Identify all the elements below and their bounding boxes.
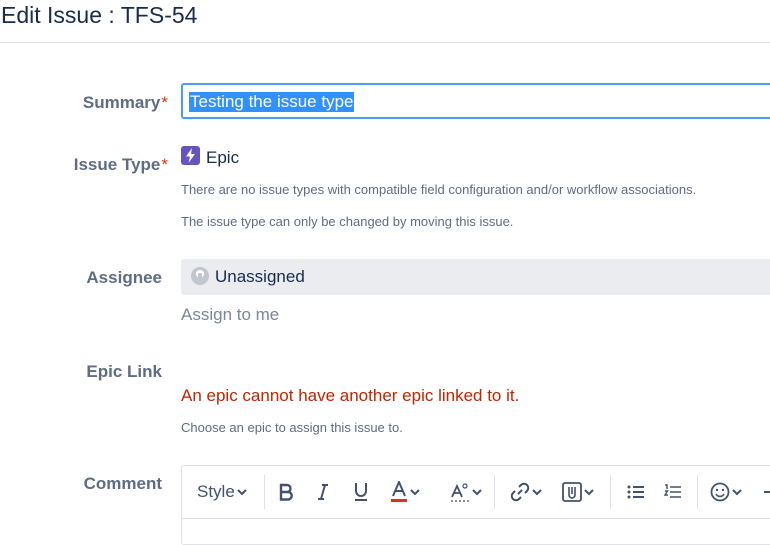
assignee-value: Unassigned [215,267,305,286]
style-dropdown-label: Style [197,482,235,501]
underline-icon [355,483,367,501]
chevron-down-icon [732,489,742,496]
italic-button[interactable] [316,480,330,504]
chevron-down-icon [237,489,247,496]
more-button[interactable] [762,480,770,504]
lightning-icon [181,146,200,165]
style-dropdown[interactable]: Style [197,480,247,504]
dialog-title: Edit Issue : TFS-54 [1,2,198,28]
required-asterisk: * [161,93,168,112]
bold-button[interactable] [278,480,294,504]
link-button[interactable] [510,480,542,504]
numbered-list-icon [664,484,681,498]
emoji-icon [710,482,730,502]
toolbar-divider [494,475,495,509]
comment-editor[interactable]: Style [181,465,770,545]
chevron-down-icon [584,489,594,496]
required-asterisk: * [161,155,168,174]
emoji-button[interactable] [710,480,742,504]
issue-type-label: Issue Type* [6,155,168,175]
epic-link-error: An epic cannot have another epic linked … [181,386,520,405]
chevron-down-icon [410,489,420,496]
text-color-button[interactable] [390,480,420,504]
epic-link-help: Choose an epic to assign this issue to. [181,420,403,435]
editor-toolbar: Style [182,466,770,519]
issue-type-value: Epic [206,148,240,167]
toolbar-divider [610,475,611,509]
issue-type-help-2: The issue type can only be changed by mo… [181,214,514,229]
chevron-down-icon [532,489,542,496]
more-formatting-button[interactable] [450,480,482,504]
numbered-list-button[interactable] [664,480,682,504]
summary-label-text: Summary [82,93,161,112]
link-icon [510,482,530,502]
assignee-select[interactable]: Unassigned [181,259,770,295]
unassigned-avatar-icon [191,267,209,285]
issue-type-label-text: Issue Type [73,155,161,174]
summary-input[interactable]: Testing the issue type [181,83,770,119]
bullet-list-button[interactable] [627,480,645,504]
toolbar-divider [264,475,265,509]
toolbar-divider [697,475,698,509]
italic-icon [318,484,328,500]
attachment-button[interactable] [562,480,594,504]
issue-type-help-1: There are no issue types with compatible… [181,182,697,197]
attachment-icon [562,482,582,502]
bold-icon [279,483,293,501]
assign-to-me-link[interactable]: Assign to me [181,305,279,325]
comment-label: Comment [83,474,162,493]
summary-label: Summary* [6,93,168,113]
more-formatting-icon [451,483,469,502]
dialog-header: Edit Issue : TFS-54 [0,0,770,43]
text-color-icon [391,481,407,502]
underline-button[interactable] [353,480,369,504]
epic-link-label: Epic Link [86,362,162,381]
summary-input-value: Testing the issue type [189,92,355,112]
plus-icon [764,491,770,493]
bullet-list-icon [627,485,644,499]
assignee-label: Assignee [86,268,162,287]
chevron-down-icon [472,489,482,496]
